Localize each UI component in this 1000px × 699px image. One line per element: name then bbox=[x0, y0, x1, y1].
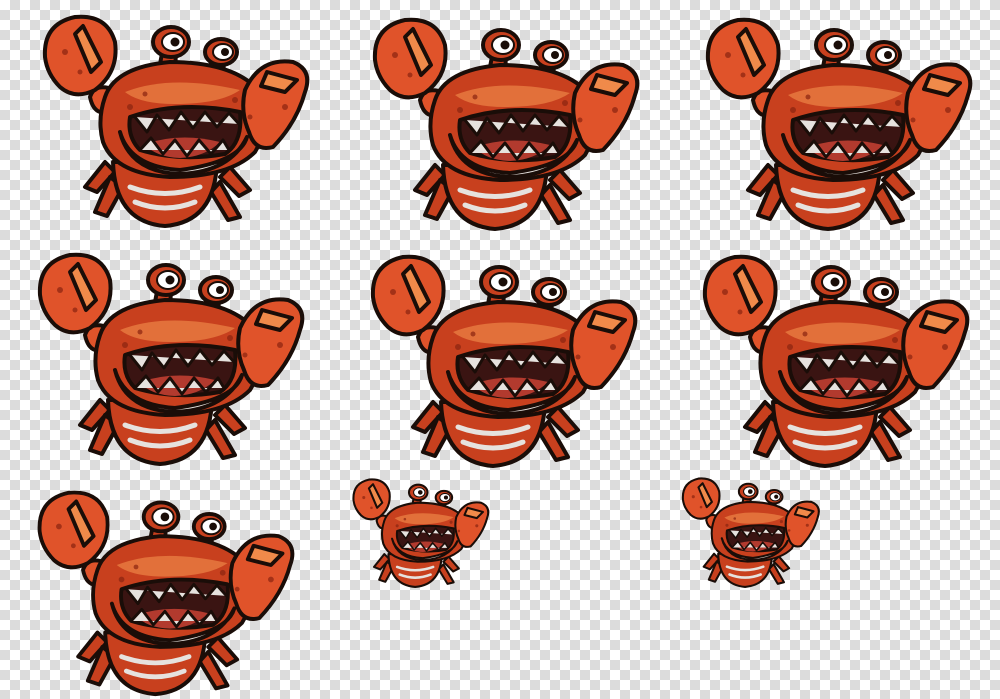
crab-monster-icon bbox=[35, 12, 310, 230]
crab-monster-icon bbox=[677, 476, 821, 589]
crab-monster-icon bbox=[30, 487, 295, 699]
sprite-sheet-canvas bbox=[0, 0, 1000, 699]
crab-monster-icon bbox=[363, 252, 638, 470]
crab-monster-icon bbox=[695, 252, 970, 470]
crab-monster-icon bbox=[30, 250, 305, 468]
crab-monster-icon bbox=[698, 15, 973, 233]
crab-monster-icon bbox=[365, 15, 640, 233]
crab-monster-icon bbox=[348, 477, 490, 589]
